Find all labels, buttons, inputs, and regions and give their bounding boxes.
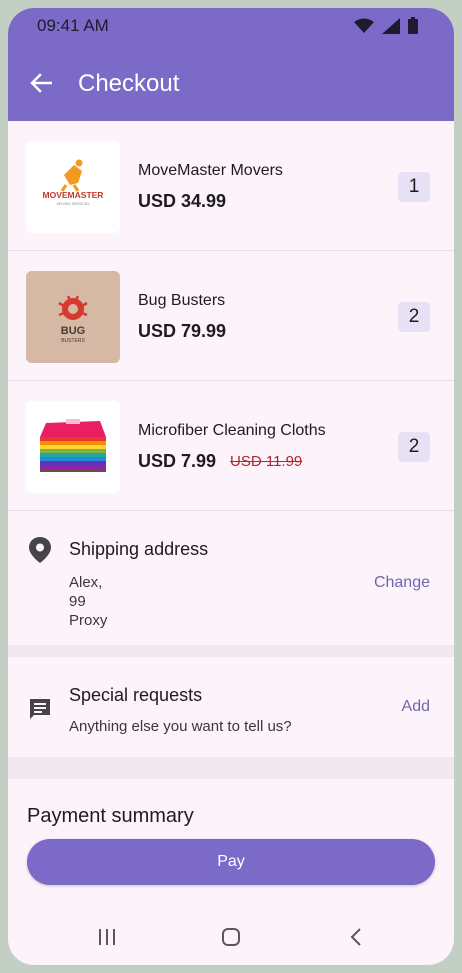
phone-screen: 09:41 AM Checkout MOVEMASTER MOVING SERV… bbox=[8, 8, 454, 965]
quantity-badge[interactable]: 2 bbox=[398, 432, 430, 462]
status-icons bbox=[354, 17, 418, 34]
item-price: USD 7.99 bbox=[138, 451, 217, 471]
change-address-button[interactable]: Change bbox=[374, 574, 430, 592]
status-bar: 09:41 AM bbox=[8, 8, 454, 44]
system-nav-bar bbox=[8, 913, 454, 965]
svg-text:BUSTERS: BUSTERS bbox=[61, 338, 85, 344]
original-price: USD 11.99 bbox=[230, 453, 303, 470]
section-divider bbox=[8, 757, 454, 779]
item-price: USD 34.99 bbox=[138, 191, 227, 211]
shipping-title: Shipping address bbox=[69, 539, 209, 559]
location-pin-icon bbox=[29, 537, 51, 563]
svg-text:MOVING SERVICES: MOVING SERVICES bbox=[57, 202, 90, 206]
bug-busters-logo: BUG BUSTERS bbox=[26, 271, 120, 363]
home-icon[interactable] bbox=[221, 927, 241, 947]
item-name: Bug Busters bbox=[138, 292, 226, 309]
movemaster-logo: MOVEMASTER MOVING SERVICES bbox=[26, 141, 120, 233]
cart-item-movemaster[interactable]: MOVEMASTER MOVING SERVICES MoveMaster Mo… bbox=[8, 121, 454, 251]
svg-text:MOVEMASTER: MOVEMASTER bbox=[43, 190, 104, 200]
cart-item-bug-busters[interactable]: BUG BUSTERS Bug Busters USD 79.99 2 bbox=[8, 251, 454, 381]
section-divider bbox=[8, 645, 454, 657]
signal-icon bbox=[382, 17, 400, 34]
add-request-button[interactable]: Add bbox=[402, 698, 430, 716]
special-requests-title: Special requests bbox=[69, 685, 203, 705]
address-line-3: Proxy bbox=[69, 612, 108, 629]
recents-icon[interactable] bbox=[97, 927, 117, 947]
wifi-icon bbox=[354, 18, 374, 33]
address-line-2: 99 bbox=[69, 593, 86, 610]
message-icon bbox=[30, 699, 50, 719]
battery-icon bbox=[408, 17, 418, 34]
page-title: Checkout bbox=[78, 70, 180, 97]
special-requests-subtitle: Anything else you want to tell us? bbox=[69, 718, 292, 735]
status-time: 09:41 AM bbox=[37, 16, 109, 35]
svg-text:BUG: BUG bbox=[61, 325, 85, 337]
payment-summary-section: Payment summary bbox=[8, 779, 454, 848]
back-nav-icon[interactable] bbox=[347, 927, 367, 947]
payment-summary-title: Payment summary bbox=[27, 805, 194, 827]
quantity-badge[interactable]: 2 bbox=[398, 302, 430, 332]
checkout-content[interactable]: MOVEMASTER MOVING SERVICES MoveMaster Mo… bbox=[8, 121, 454, 848]
cart-item-microfiber-cloths[interactable]: Microfiber Cleaning Cloths USD 7.99 USD … bbox=[8, 381, 454, 511]
shipping-address-section: Shipping address Alex, 99 Proxy Change bbox=[8, 511, 454, 645]
pay-button[interactable]: Pay bbox=[27, 839, 435, 885]
microfiber-cloths-image bbox=[26, 401, 120, 493]
item-price: USD 79.99 bbox=[138, 321, 227, 341]
address-line-1: Alex, bbox=[69, 574, 103, 591]
app-bar: Checkout bbox=[8, 44, 454, 121]
item-name: MoveMaster Movers bbox=[138, 162, 283, 179]
item-name: Microfiber Cleaning Cloths bbox=[138, 422, 326, 439]
special-requests-section[interactable]: Special requests Anything else you want … bbox=[8, 657, 454, 757]
arrow-back-icon bbox=[30, 73, 52, 93]
back-button[interactable] bbox=[26, 68, 56, 98]
quantity-badge[interactable]: 1 bbox=[398, 172, 430, 202]
